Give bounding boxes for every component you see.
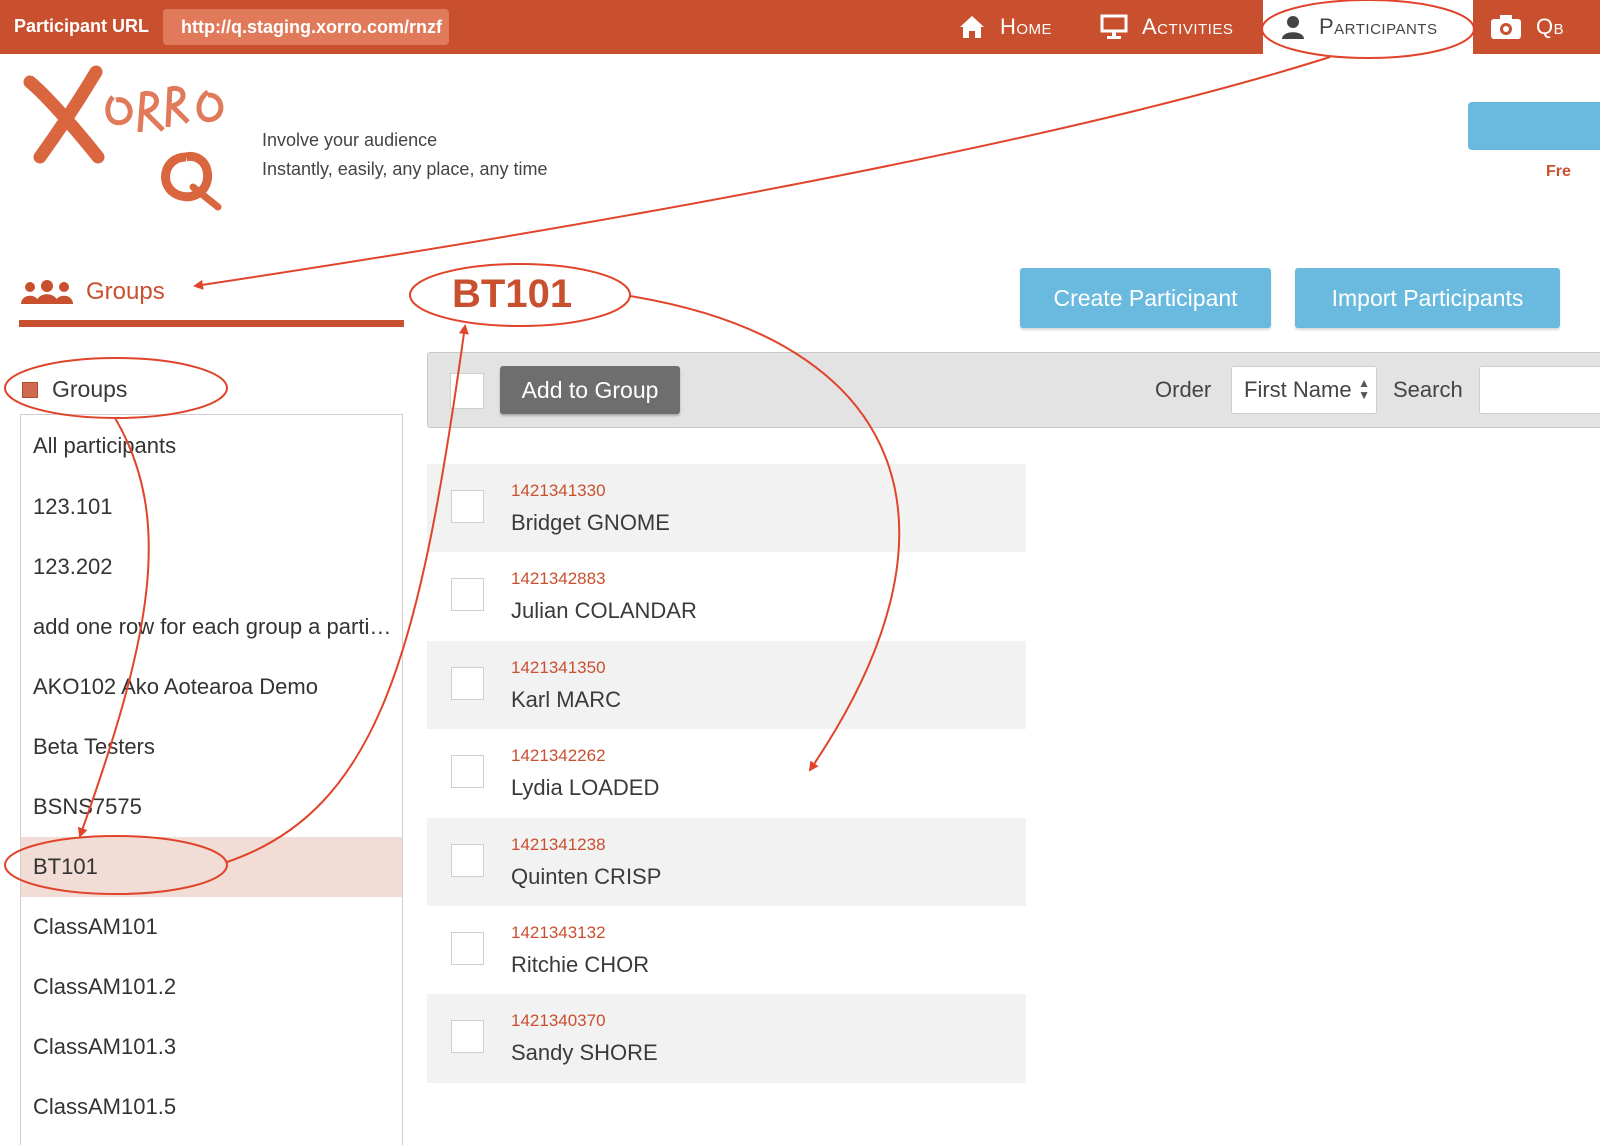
home-icon bbox=[960, 16, 984, 38]
order-select[interactable]: First Name ▲ ▼ bbox=[1231, 366, 1377, 414]
participant-checkbox[interactable] bbox=[451, 755, 484, 789]
group-list: All participants 123.101 123.202 add one… bbox=[20, 414, 403, 1145]
add-to-group-button[interactable]: Add to Group bbox=[500, 366, 680, 414]
participant-name: Karl MARC bbox=[511, 686, 622, 712]
participant-checkbox[interactable] bbox=[451, 843, 484, 877]
nav-home[interactable]: Home bbox=[958, 0, 1052, 54]
participant-checkbox[interactable] bbox=[451, 490, 484, 523]
participant-name: Julian COLANDAR bbox=[511, 598, 697, 624]
search-label: Search bbox=[1393, 377, 1463, 402]
nav-activities-label: Activities bbox=[1142, 14, 1234, 39]
camera-icon bbox=[1491, 15, 1521, 39]
group-item[interactable]: ClassAM101 bbox=[21, 897, 402, 957]
participant-checkbox[interactable] bbox=[451, 666, 484, 700]
participant-row[interactable]: 1421342262 Lydia LOADED bbox=[427, 729, 1026, 817]
participant-name: Sandy SHORE bbox=[511, 1040, 658, 1066]
order-label: Order bbox=[1155, 377, 1212, 402]
participants-toolbar: Add to Group Order First Name ▲ ▼ Search bbox=[427, 352, 1600, 428]
nav-qbank-label: Qb bbox=[1536, 14, 1565, 39]
participant-row[interactable]: 1421343132 Ritchie CHOR bbox=[427, 906, 1026, 994]
tagline: Involve your audience Instantly, easily,… bbox=[262, 126, 547, 184]
sort-arrows-icon: ▲ ▼ bbox=[1358, 376, 1370, 402]
header-action-button[interactable] bbox=[1468, 102, 1600, 150]
group-item-selected[interactable]: BT101 bbox=[21, 837, 402, 897]
participant-id: 1421340370 bbox=[511, 1011, 606, 1031]
nav-qbank[interactable]: Qb bbox=[1490, 0, 1564, 54]
search-input[interactable] bbox=[1479, 366, 1600, 414]
participant-id: 1421341350 bbox=[511, 657, 606, 677]
participant-id: 1421341238 bbox=[511, 834, 606, 854]
participant-row[interactable]: 1421340370 Sandy SHORE bbox=[427, 994, 1026, 1083]
select-all-checkbox[interactable] bbox=[450, 373, 484, 409]
participant-row[interactable]: 1421342883 Julian COLANDAR bbox=[427, 552, 1026, 640]
groups-heading: Groups bbox=[20, 278, 165, 306]
nav-activities[interactable]: Activities bbox=[1100, 0, 1233, 54]
participant-id: 1421341330 bbox=[511, 481, 606, 500]
presentation-icon bbox=[1100, 14, 1128, 39]
participant-url-field[interactable]: http://q.staging.xorro.com/rnzf bbox=[163, 9, 449, 45]
nav-home-label: Home bbox=[1000, 14, 1053, 39]
participant-name: Quinten CRISP bbox=[511, 863, 662, 889]
group-item[interactable]: ClassAM101.2 bbox=[21, 957, 402, 1017]
nav-participants[interactable]: Participants bbox=[1263, 0, 1473, 54]
participant-checkbox[interactable] bbox=[451, 578, 484, 612]
groups-filter-toggle[interactable]: Groups bbox=[22, 376, 127, 403]
participant-id: 1421342883 bbox=[511, 569, 606, 589]
person-icon bbox=[1282, 16, 1304, 39]
top-nav-bar: Participant URL http://q.staging.xorro.c… bbox=[0, 0, 1600, 54]
tagline-line-1: Involve your audience bbox=[262, 130, 438, 150]
group-item[interactable]: AKO102 Ako Aotearoa Demo bbox=[21, 657, 402, 717]
xorro-q-logo bbox=[23, 65, 224, 211]
free-trial-text: Fre bbox=[1546, 163, 1571, 180]
participant-list: 1421341330 Bridget GNOME 1421342883 Juli… bbox=[427, 464, 1026, 1083]
group-item[interactable]: 123.101 bbox=[21, 477, 402, 537]
create-participant-button[interactable]: Create Participant bbox=[1020, 268, 1271, 328]
group-item[interactable]: All participants bbox=[21, 415, 402, 477]
groups-heading-underline bbox=[19, 320, 404, 327]
group-title: BT101 bbox=[452, 272, 573, 316]
participant-row[interactable]: 1421341238 Quinten CRISP bbox=[427, 817, 1026, 906]
people-group-icon bbox=[21, 280, 73, 304]
nav-participants-label: Participants bbox=[1319, 14, 1438, 39]
group-item[interactable]: BSNS7575 bbox=[21, 777, 402, 837]
participant-checkbox[interactable] bbox=[451, 931, 484, 965]
participant-name: Ritchie CHOR bbox=[511, 951, 650, 977]
group-item[interactable]: 123.202 bbox=[21, 537, 402, 597]
participant-id: 1421342262 bbox=[511, 746, 606, 766]
participant-url-label: Participant URL bbox=[14, 16, 150, 36]
order-select-value: First Name bbox=[1244, 377, 1352, 402]
participant-checkbox[interactable] bbox=[451, 1020, 484, 1054]
groups-filter-label: Groups bbox=[52, 376, 128, 402]
square-icon bbox=[22, 381, 38, 398]
group-item[interactable]: ClassAM101.5 bbox=[21, 1077, 402, 1137]
participant-row[interactable]: 1421341330 Bridget GNOME bbox=[427, 464, 1026, 553]
groups-heading-label: Groups bbox=[86, 278, 165, 305]
participant-id: 1421343132 bbox=[511, 922, 606, 942]
participant-name: Bridget GNOME bbox=[511, 510, 670, 535]
group-item[interactable]: ClassAM101.3 bbox=[21, 1017, 402, 1077]
group-item[interactable]: add one row for each group a participant… bbox=[21, 597, 402, 657]
group-item[interactable]: Beta Testers bbox=[21, 717, 402, 777]
participant-row[interactable]: 1421341350 Karl MARC bbox=[427, 640, 1026, 730]
tagline-line-2: Instantly, easily, any place, any time bbox=[262, 159, 548, 179]
import-participants-button[interactable]: Import Participants bbox=[1295, 268, 1560, 328]
participant-name: Lydia LOADED bbox=[511, 775, 660, 801]
